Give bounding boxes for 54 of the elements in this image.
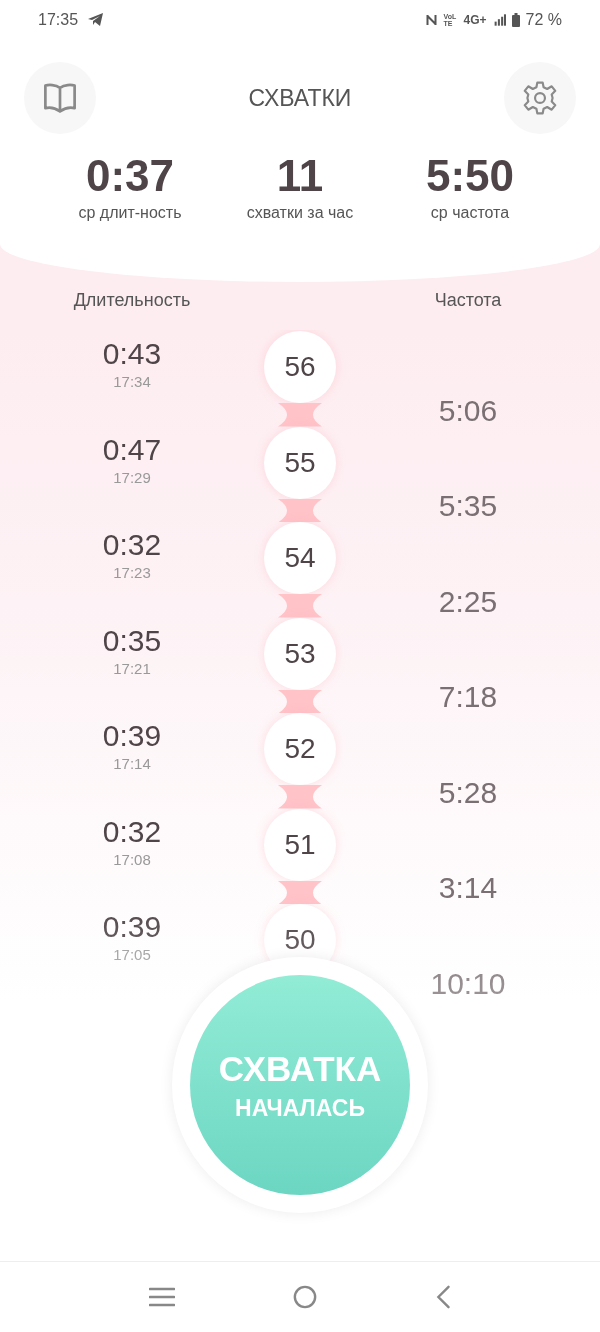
- battery-percent: 72 %: [525, 11, 562, 29]
- connector: [278, 689, 322, 713]
- status-time: 17:35: [38, 11, 79, 29]
- contraction-duration: 0:39: [102, 718, 162, 754]
- contraction-duration: 0:32: [102, 813, 162, 850]
- nfc-icon: [424, 13, 438, 27]
- contraction-number: 55: [264, 426, 336, 499]
- contraction-interval: 5:06: [438, 393, 498, 428]
- stat-value: 0:37: [85, 150, 175, 202]
- contraction-time: 17:29: [113, 467, 151, 488]
- stat-label: схватки за час: [245, 203, 355, 223]
- column-heading: Частота: [433, 290, 503, 312]
- contraction-time: 17:34: [113, 372, 151, 392]
- contraction-interval: 5:35: [438, 489, 498, 524]
- stat-label: ср частота: [429, 203, 511, 223]
- connector: [278, 403, 322, 427]
- contraction-number: 53: [264, 617, 336, 690]
- signal-icon: [492, 13, 506, 27]
- contraction-interval: 2:25: [438, 584, 498, 619]
- contraction-time: 17:14: [113, 754, 151, 774]
- settings-icon: [522, 80, 558, 116]
- telegram-icon: [88, 13, 105, 27]
- contraction-time: 17:05: [113, 945, 151, 965]
- connector: [278, 498, 322, 522]
- contraction-start-button[interactable]: СХВАТКА НАЧАЛАСЬ: [190, 975, 410, 1195]
- column-heading: Длительность: [72, 290, 192, 312]
- contraction-duration: 0:32: [102, 527, 162, 563]
- contraction-number: 52: [264, 713, 336, 785]
- contraction-time: 17:23: [113, 563, 151, 583]
- contraction-duration: 0:39: [102, 909, 162, 945]
- contraction-duration: 0:43: [102, 336, 162, 372]
- contraction-number: 51: [264, 808, 336, 881]
- contraction-duration: 0:47: [102, 431, 162, 468]
- contraction-time: 17:21: [113, 658, 151, 679]
- battery-icon: [511, 13, 520, 27]
- contraction-number: 56: [264, 331, 336, 403]
- network-indicator: 4G+: [463, 13, 487, 27]
- menu-icon[interactable]: [148, 1285, 175, 1309]
- stat-value: 5:50: [425, 150, 515, 202]
- contraction-duration: 0:35: [102, 622, 162, 659]
- contraction-interval: 10:10: [430, 966, 506, 1001]
- stat-label: ср длит-ность: [77, 203, 183, 223]
- home-icon[interactable]: [292, 1285, 318, 1309]
- contraction-interval: 3:14: [438, 871, 498, 906]
- connector: [278, 880, 322, 904]
- contraction-number: 54: [264, 522, 336, 594]
- contraction-interval: 7:18: [438, 680, 498, 715]
- connector: [278, 594, 322, 618]
- screen-title: СХВАТКИ: [248, 84, 352, 112]
- stat-value: 11: [276, 150, 324, 202]
- back-icon[interactable]: [435, 1285, 452, 1309]
- contraction-time: 17:08: [113, 849, 151, 870]
- contraction-interval: 5:28: [438, 775, 498, 810]
- connector: [278, 785, 322, 809]
